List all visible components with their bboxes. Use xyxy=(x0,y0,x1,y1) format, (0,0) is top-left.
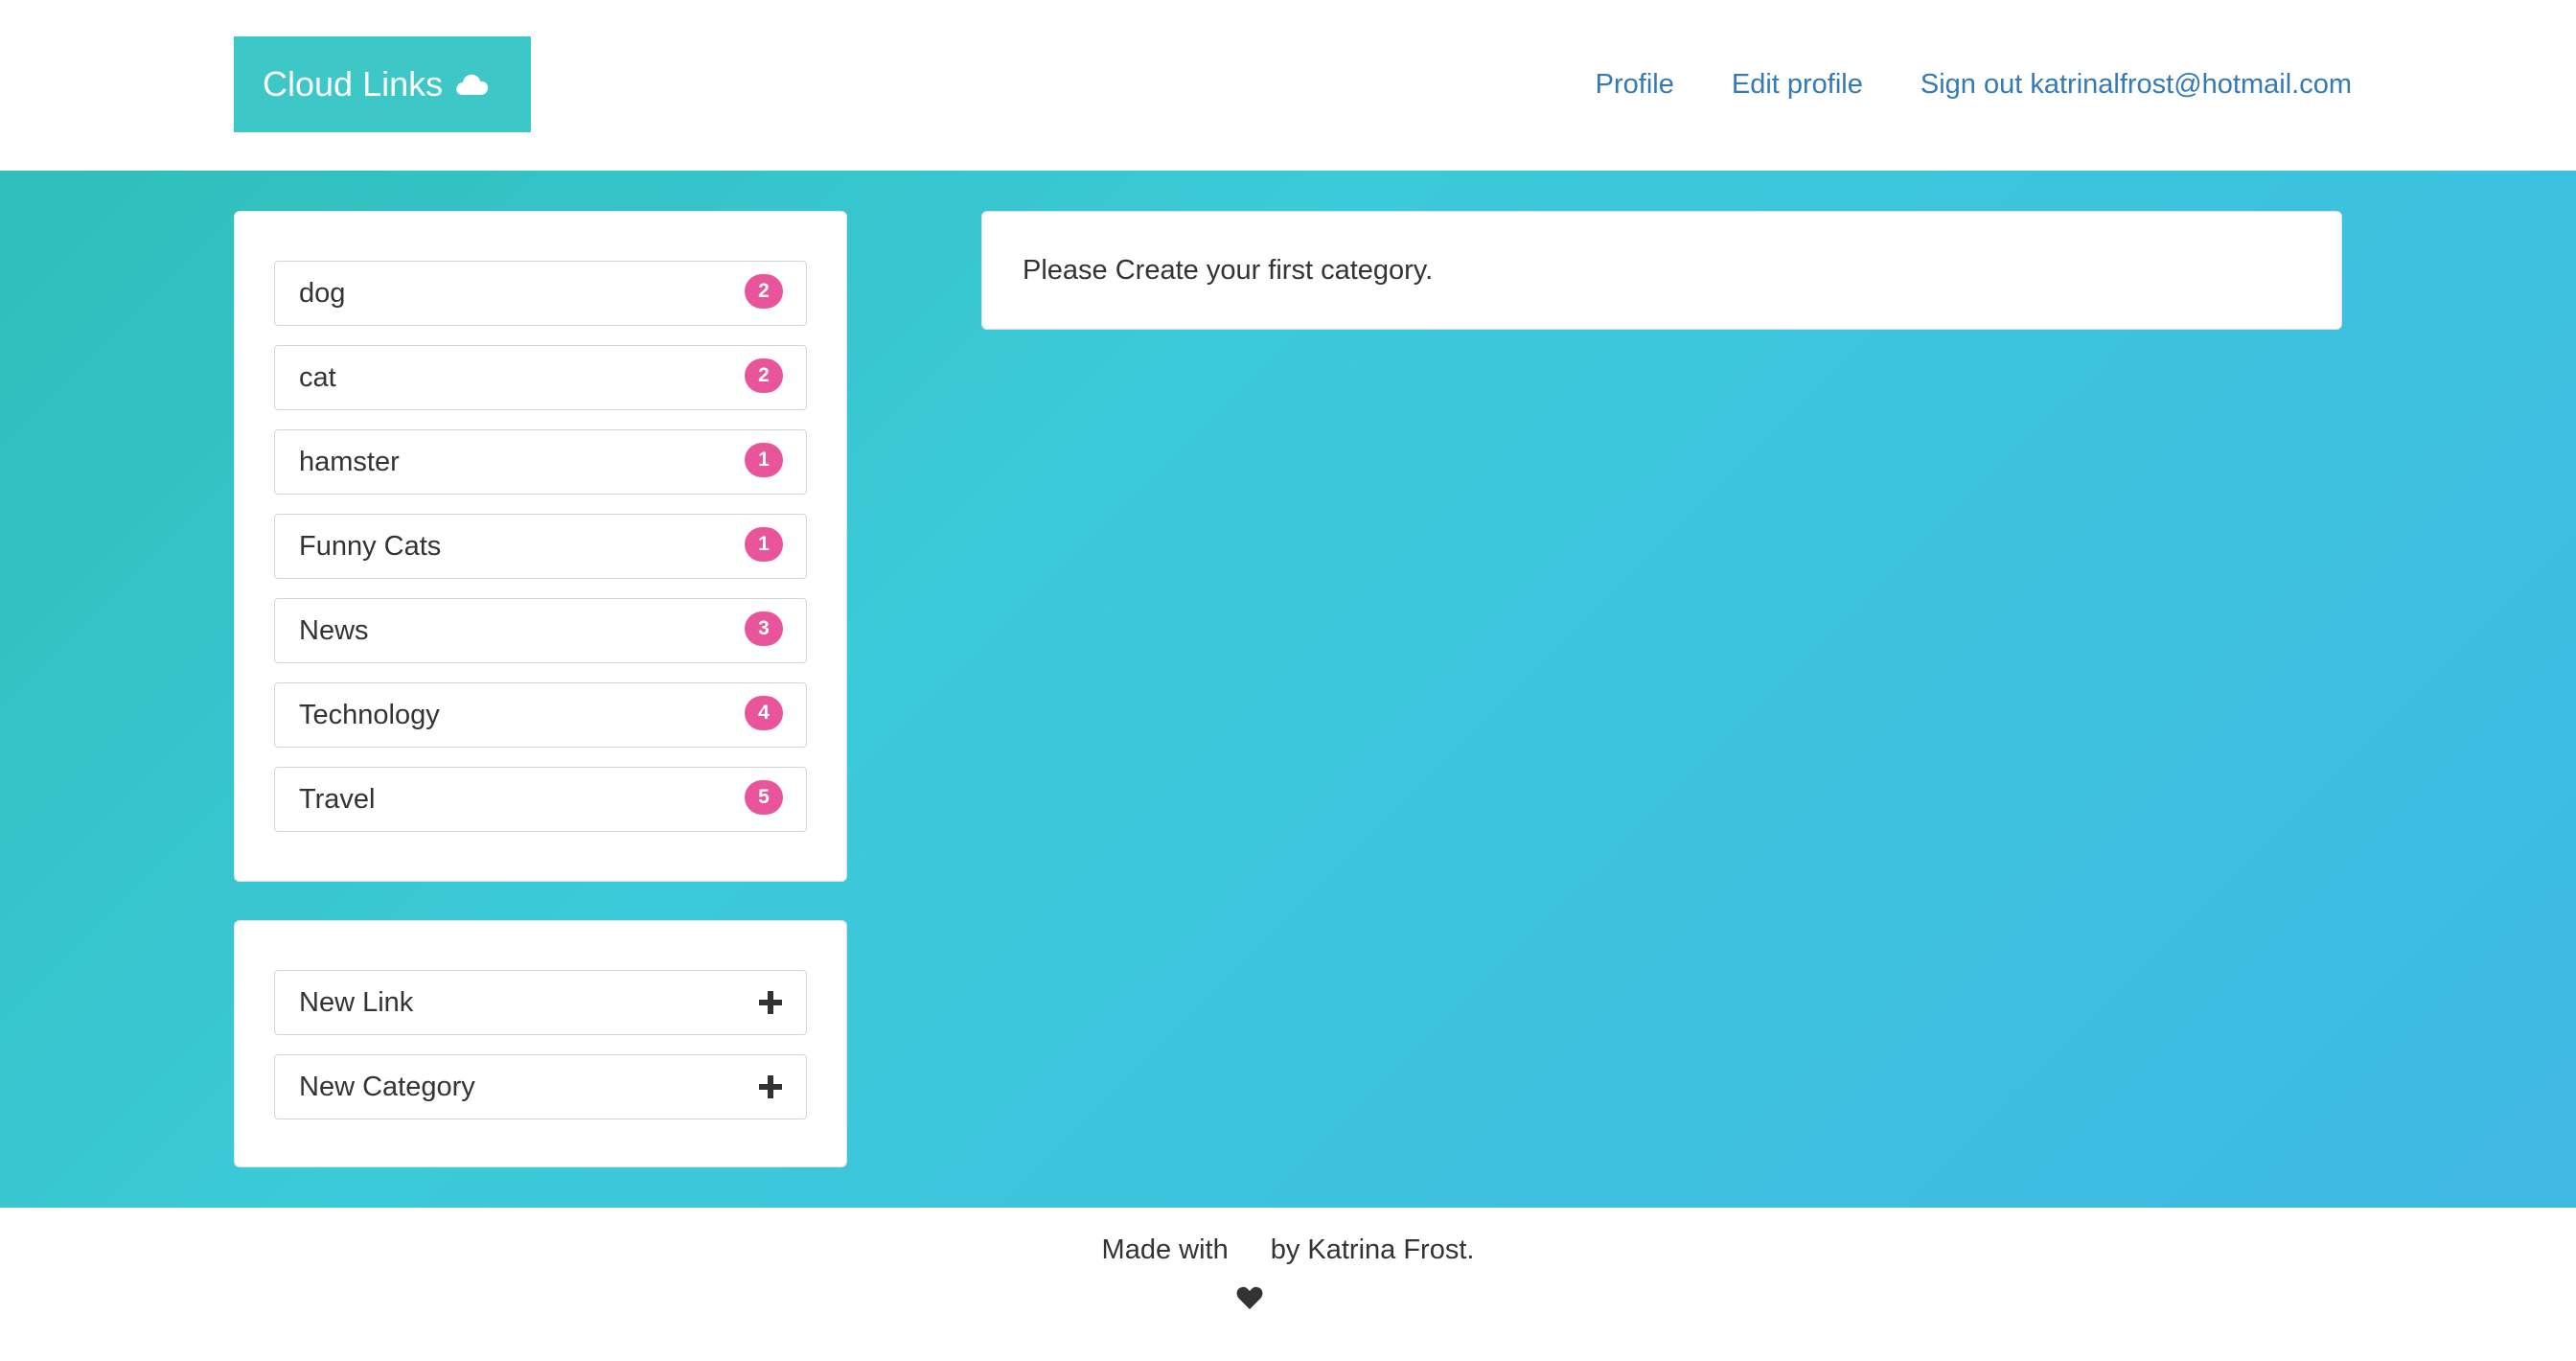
new-category-button[interactable]: New Category xyxy=(274,1054,807,1119)
category-item-cat[interactable]: cat 2 xyxy=(274,345,807,410)
empty-state-message: Please Create your first category. xyxy=(1023,254,1434,286)
count-badge: 2 xyxy=(745,274,783,309)
profile-link[interactable]: Profile xyxy=(1596,59,1674,109)
brand-logo-link[interactable]: Cloud Links xyxy=(234,36,531,132)
cloud-icon xyxy=(454,72,491,97)
sign-out-link[interactable]: Sign out katrinalfrost@hotmail.com xyxy=(1920,59,2352,109)
category-label: dog xyxy=(299,277,346,309)
category-label: cat xyxy=(299,361,336,393)
category-item-news[interactable]: News 3 xyxy=(274,598,807,663)
footer-suffix: by Katrina Frost. xyxy=(1270,1234,1475,1265)
actions-panel: New Link New Category xyxy=(234,920,847,1167)
category-label: News xyxy=(299,614,369,646)
count-badge: 3 xyxy=(745,611,783,646)
category-item-technology[interactable]: Technology 4 xyxy=(274,682,807,748)
count-badge: 1 xyxy=(745,443,783,477)
new-link-label: New Link xyxy=(299,986,414,1018)
category-label: Technology xyxy=(299,699,440,730)
category-item-dog[interactable]: dog 2 xyxy=(274,261,807,326)
category-label: hamster xyxy=(299,446,400,477)
footer: Made with by Katrina Frost. xyxy=(0,1208,2576,1361)
category-item-hamster[interactable]: hamster 1 xyxy=(274,429,807,495)
plus-icon xyxy=(758,1074,783,1099)
count-badge: 2 xyxy=(745,358,783,393)
main-content: dog 2 cat 2 hamster 1 Funny Cats 1 News … xyxy=(0,171,2576,1208)
top-navbar: Cloud Links Profile Edit profile Sign ou… xyxy=(0,0,2576,171)
message-panel: Please Create your first category. xyxy=(981,211,2342,330)
plus-icon xyxy=(758,990,783,1015)
category-item-travel[interactable]: Travel 5 xyxy=(274,767,807,832)
brand-title: Cloud Links xyxy=(263,64,444,104)
new-link-button[interactable]: New Link xyxy=(274,970,807,1035)
category-label: Funny Cats xyxy=(299,530,442,562)
new-category-label: New Category xyxy=(299,1071,475,1102)
count-badge: 5 xyxy=(745,780,783,815)
category-label: Travel xyxy=(299,783,376,815)
edit-profile-link[interactable]: Edit profile xyxy=(1732,59,1863,109)
count-badge: 1 xyxy=(745,527,783,562)
category-item-funny-cats[interactable]: Funny Cats 1 xyxy=(274,514,807,579)
heart-icon xyxy=(1236,1234,1263,1361)
category-list-panel: dog 2 cat 2 hamster 1 Funny Cats 1 News … xyxy=(234,211,847,882)
footer-prefix: Made with xyxy=(1101,1234,1229,1265)
count-badge: 4 xyxy=(745,696,783,730)
nav-links: Profile Edit profile Sign out katrinalfr… xyxy=(1596,59,2352,109)
